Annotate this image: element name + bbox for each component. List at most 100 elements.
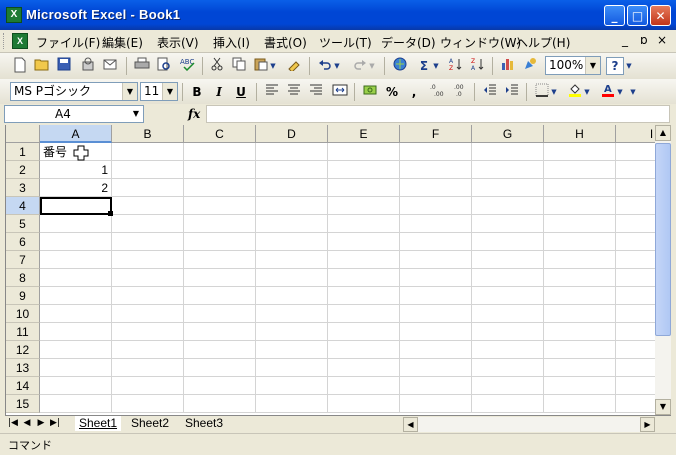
spelling-icon[interactable]: ABC — [178, 57, 198, 75]
column-header-f[interactable]: F — [400, 125, 472, 143]
doc-close-button[interactable]: × — [657, 33, 667, 47]
scroll-up-icon[interactable]: ▲ — [655, 125, 671, 141]
cell-g7[interactable] — [472, 251, 544, 269]
new-icon[interactable] — [10, 57, 30, 75]
hyperlink-icon[interactable] — [390, 57, 410, 75]
cell-e11[interactable] — [328, 323, 400, 341]
cell-d10[interactable] — [256, 305, 328, 323]
row-header-13[interactable]: 13 — [6, 359, 40, 377]
cell-b14[interactable] — [112, 377, 184, 395]
bold-button[interactable]: B — [187, 83, 207, 101]
drawing-icon[interactable] — [520, 57, 540, 75]
cell-g6[interactable] — [472, 233, 544, 251]
cell-a3[interactable]: 2 — [40, 179, 112, 197]
cell-d5[interactable] — [256, 215, 328, 233]
cell-h8[interactable] — [544, 269, 616, 287]
cell-a15[interactable] — [40, 395, 112, 413]
cell-f2[interactable] — [400, 161, 472, 179]
row-header-6[interactable]: 6 — [6, 233, 40, 251]
cell-b10[interactable] — [112, 305, 184, 323]
cell-c8[interactable] — [184, 269, 256, 287]
cell-a8[interactable] — [40, 269, 112, 287]
cell-c15[interactable] — [184, 395, 256, 413]
cell-f8[interactable] — [400, 269, 472, 287]
cell-e1[interactable] — [328, 143, 400, 161]
cell-f13[interactable] — [400, 359, 472, 377]
underline-button[interactable]: U — [231, 83, 251, 101]
insert-function-icon[interactable]: fx — [188, 107, 200, 121]
help-icon[interactable]: ? — [606, 57, 624, 75]
menu-edit[interactable]: 編集(E) — [102, 34, 143, 51]
cell-h6[interactable] — [544, 233, 616, 251]
cell-c5[interactable] — [184, 215, 256, 233]
cell-g5[interactable] — [472, 215, 544, 233]
cell-f4[interactable] — [400, 197, 472, 215]
row-header-15[interactable]: 15 — [6, 395, 40, 413]
cell-h9[interactable] — [544, 287, 616, 305]
fill-handle[interactable] — [108, 211, 113, 216]
cell-a12[interactable] — [40, 341, 112, 359]
cell-b4[interactable] — [112, 197, 184, 215]
cell-i7[interactable] — [616, 251, 656, 269]
permission-icon[interactable] — [78, 57, 98, 75]
cell-f14[interactable] — [400, 377, 472, 395]
cell-i6[interactable] — [616, 233, 656, 251]
cell-f3[interactable] — [400, 179, 472, 197]
cell-b11[interactable] — [112, 323, 184, 341]
cell-i10[interactable] — [616, 305, 656, 323]
cell-d11[interactable] — [256, 323, 328, 341]
font-name-combo[interactable]: MS Pゴシック ▼ — [10, 82, 138, 101]
cell-f15[interactable] — [400, 395, 472, 413]
column-header-a[interactable]: A — [40, 125, 112, 143]
cell-a5[interactable] — [40, 215, 112, 233]
cell-h4[interactable] — [544, 197, 616, 215]
font-size-dropdown-icon[interactable]: ▼ — [162, 83, 177, 100]
cell-h10[interactable] — [544, 305, 616, 323]
cell-c4[interactable] — [184, 197, 256, 215]
italic-button[interactable]: I — [209, 83, 229, 101]
prev-sheet-icon[interactable]: ◀ — [21, 418, 33, 428]
cell-f12[interactable] — [400, 341, 472, 359]
excel-icon[interactable]: X — [6, 7, 22, 23]
row-header-9[interactable]: 9 — [6, 287, 40, 305]
cell-d15[interactable] — [256, 395, 328, 413]
cell-h13[interactable] — [544, 359, 616, 377]
cell-g9[interactable] — [472, 287, 544, 305]
merge-center-icon[interactable] — [330, 83, 350, 101]
cell-c13[interactable] — [184, 359, 256, 377]
row-header-3[interactable]: 3 — [6, 179, 40, 197]
horizontal-scrollbar[interactable]: ◀ ▶ — [403, 417, 655, 432]
cell-i12[interactable] — [616, 341, 656, 359]
cell-h3[interactable] — [544, 179, 616, 197]
column-header-d[interactable]: D — [256, 125, 328, 143]
cell-h11[interactable] — [544, 323, 616, 341]
cell-i15[interactable] — [616, 395, 656, 413]
row-header-1[interactable]: 1 — [6, 143, 40, 161]
maximize-button[interactable]: □ — [627, 5, 648, 26]
cell-c7[interactable] — [184, 251, 256, 269]
cell-i14[interactable] — [616, 377, 656, 395]
menu-view[interactable]: 表示(V) — [157, 34, 199, 51]
cell-d1[interactable] — [256, 143, 328, 161]
cell-e12[interactable] — [328, 341, 400, 359]
cell-a13[interactable] — [40, 359, 112, 377]
cell-a10[interactable] — [40, 305, 112, 323]
toolbar-options-dropdown[interactable]: ▼ — [624, 57, 634, 75]
scroll-down-icon[interactable]: ▼ — [655, 399, 671, 415]
borders-dropdown[interactable]: ▼ — [549, 83, 559, 101]
currency-icon[interactable] — [360, 83, 380, 101]
row-header-11[interactable]: 11 — [6, 323, 40, 341]
row-header-5[interactable]: 5 — [6, 215, 40, 233]
cell-a11[interactable] — [40, 323, 112, 341]
percent-style-button[interactable]: % — [382, 83, 402, 101]
cell-a6[interactable] — [40, 233, 112, 251]
comma-style-button[interactable]: , — [404, 83, 424, 101]
cell-c10[interactable] — [184, 305, 256, 323]
cell-g14[interactable] — [472, 377, 544, 395]
cell-e8[interactable] — [328, 269, 400, 287]
cell-e5[interactable] — [328, 215, 400, 233]
cell-g1[interactable] — [472, 143, 544, 161]
row-header-8[interactable]: 8 — [6, 269, 40, 287]
cell-b13[interactable] — [112, 359, 184, 377]
cell-d3[interactable] — [256, 179, 328, 197]
